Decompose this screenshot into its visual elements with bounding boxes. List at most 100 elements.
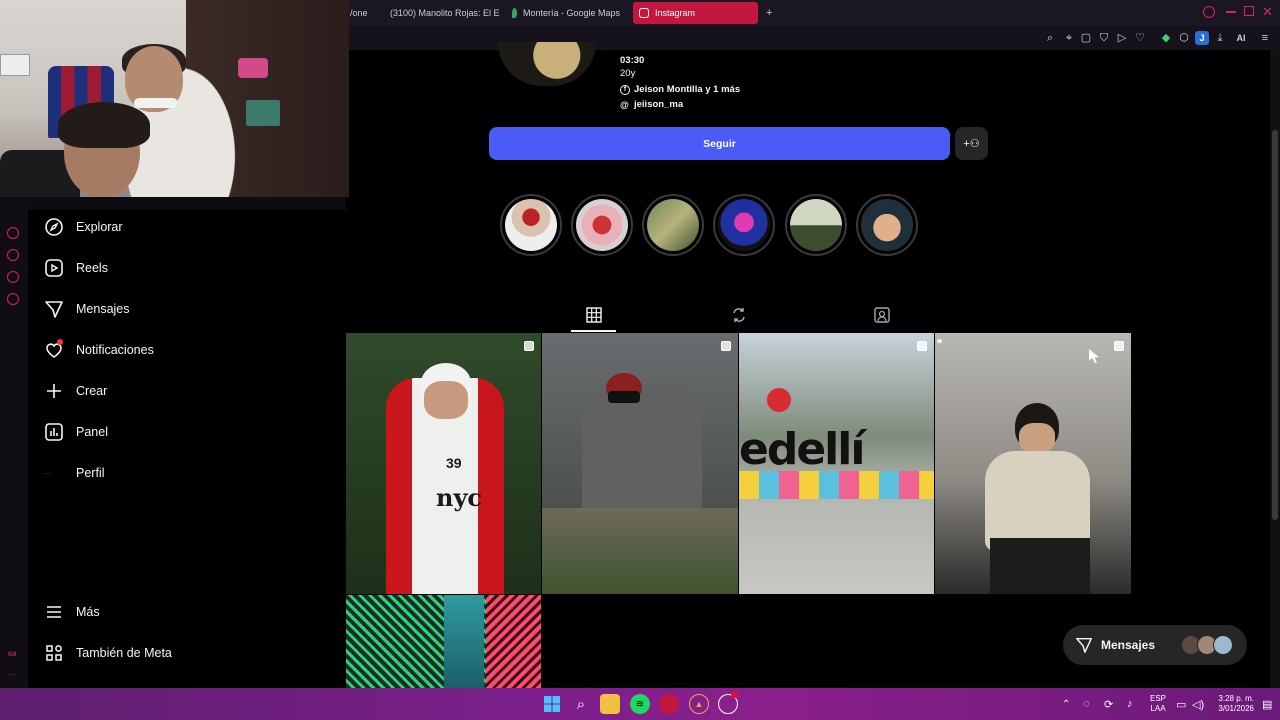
close-icon[interactable]: ✕ <box>1262 4 1273 20</box>
post-thumbnail[interactable]: ❞ <box>935 333 1131 594</box>
carousel-icon <box>917 341 927 351</box>
volume-icon[interactable]: ◁) <box>1192 698 1204 711</box>
puzzle-icon[interactable]: ⬡ <box>1177 31 1191 45</box>
nav-dashboard-label: Panel <box>76 425 108 439</box>
tagged-tab-icon[interactable] <box>873 306 891 324</box>
app-icon[interactable]: ▲ <box>689 694 709 714</box>
sign-text: edellí <box>739 424 865 475</box>
post-thumbnail[interactable]: edellí <box>739 333 934 594</box>
post-thumbnail[interactable]: nyc 39 <box>346 333 541 594</box>
messages-drawer-button[interactable]: Mensajes <box>1063 625 1247 665</box>
menu-icon[interactable]: ≡ <box>1258 31 1272 45</box>
threads-link[interactable]: @ jeiison_ma <box>620 99 683 110</box>
new-tab-button[interactable]: + <box>760 2 774 24</box>
nav-more-label: Más <box>76 605 100 619</box>
download-icon[interactable]: ⤓ <box>1213 31 1227 45</box>
follow-button[interactable]: Seguir <box>489 127 950 160</box>
zoom-icon[interactable]: ⌕ <box>1043 31 1057 45</box>
gx-history-icon[interactable] <box>7 249 19 261</box>
story-highlight[interactable] <box>713 194 775 256</box>
nav-explore[interactable]: Explorar <box>44 215 123 239</box>
carousel-icon <box>524 341 534 351</box>
threads-handle: jeiison_ma <box>634 99 684 110</box>
network-icon[interactable]: ▭ <box>1176 698 1186 711</box>
opera-gx-icon[interactable] <box>659 694 679 714</box>
nav-create[interactable]: Crear <box>44 379 107 403</box>
tray-chevron-icon[interactable]: ⌃ <box>1062 699 1070 710</box>
gx-messenger-icon[interactable] <box>7 227 19 239</box>
nav-messages-label: Mensajes <box>76 302 130 316</box>
gx-settings-icon[interactable] <box>7 293 19 305</box>
notification-center-icon[interactable]: ▤ <box>1262 698 1272 711</box>
tab-label: /one <box>350 8 368 18</box>
story-highlight[interactable] <box>642 194 704 256</box>
nav-messages[interactable]: Mensajes <box>44 297 130 321</box>
post-thumbnail[interactable] <box>346 595 541 688</box>
plus-icon <box>47 384 61 398</box>
webcam-overlay <box>0 0 349 197</box>
reposts-tab-icon[interactable] <box>730 306 748 324</box>
pin-icon[interactable]: ⌖ <box>1062 31 1076 45</box>
paper-plane-icon <box>1076 637 1092 653</box>
scrollbar-thumb[interactable] <box>1272 130 1278 520</box>
tab-instagram[interactable]: Instagram <box>633 2 758 24</box>
nav-also-meta[interactable]: También de Meta <box>44 641 172 665</box>
suggested-users-button[interactable]: +⚇ <box>955 127 988 160</box>
active-tab-indicator <box>571 330 616 332</box>
notification-dot <box>57 339 63 345</box>
maximize-icon[interactable] <box>1244 6 1254 16</box>
nav-more[interactable]: Más <box>44 600 100 624</box>
instagram-icon <box>639 8 649 18</box>
gx-logo: GX <box>8 652 17 658</box>
microphone-icon[interactable]: ♪ <box>1127 698 1133 710</box>
profile-thumb-icon: ····· <box>44 470 51 476</box>
profile-tabs <box>346 300 1132 332</box>
heart-icon[interactable]: ♡ <box>1133 31 1147 45</box>
obs-icon[interactable] <box>718 691 738 714</box>
search-icon[interactable]: ⌕ <box>571 694 591 714</box>
tab-youtube[interactable]: (3100) Manolito Rojas: El E <box>378 2 500 24</box>
file-explorer-icon[interactable] <box>600 694 620 714</box>
nav-also-meta-label: También de Meta <box>76 646 172 660</box>
nav-explore-label: Explorar <box>76 220 123 234</box>
play-icon[interactable]: ▷ <box>1115 31 1129 45</box>
nav-notifications[interactable]: Notificaciones <box>44 338 154 362</box>
add-user-icon: +⚇ <box>963 138 980 150</box>
nav-dashboard[interactable]: Panel <box>44 420 108 444</box>
gx-twitch-icon[interactable] <box>7 271 19 283</box>
paper-plane-icon <box>45 301 63 318</box>
avatar <box>1213 635 1233 655</box>
search-icon[interactable] <box>1203 6 1215 18</box>
tray-sync-icon[interactable]: ⟳ <box>1104 698 1113 711</box>
facebook-icon: f <box>620 84 630 95</box>
tab-google-maps[interactable]: Montería - Google Maps <box>506 2 626 24</box>
shield-icon[interactable]: ⛉ <box>1097 31 1111 45</box>
nav-reels[interactable]: Reels <box>44 256 108 280</box>
story-highlight[interactable] <box>856 194 918 256</box>
system-clock[interactable]: 3:28 p. m. 3/01/2026 <box>1212 694 1254 714</box>
screenshot-icon[interactable]: ▢ <box>1079 31 1093 45</box>
story-highlight[interactable] <box>571 194 633 256</box>
language-indicator[interactable]: ESP LAA <box>1150 694 1166 714</box>
maps-pin-icon <box>512 8 517 18</box>
windows-start-icon[interactable] <box>542 694 562 714</box>
spotify-icon[interactable]: ≋ <box>630 694 650 714</box>
tab-label: Instagram <box>655 8 696 18</box>
nav-create-label: Crear <box>76 384 108 398</box>
jersey-number: 39 <box>446 455 462 471</box>
gx-more-icon[interactable]: ··· <box>9 670 17 679</box>
ai-button[interactable]: AI <box>1230 31 1252 45</box>
tray-app-icon[interactable]: ◌ <box>1083 698 1090 710</box>
minimize-icon[interactable] <box>1226 11 1236 13</box>
story-highlight[interactable] <box>785 194 847 256</box>
facebook-link[interactable]: f Jeison Montilla y 1 más <box>620 84 740 95</box>
profile-avatar[interactable]: J <box>1195 31 1209 45</box>
chart-icon <box>45 423 63 441</box>
profile-age: 20y <box>620 68 636 79</box>
nav-profile[interactable]: ····· Perfil <box>44 461 104 485</box>
grid-tab-icon[interactable] <box>585 306 603 324</box>
nav-profile-label: Perfil <box>76 466 105 480</box>
story-highlight[interactable] <box>500 194 562 256</box>
extension-icon[interactable]: ◆ <box>1159 31 1173 45</box>
post-thumbnail[interactable] <box>542 333 738 594</box>
